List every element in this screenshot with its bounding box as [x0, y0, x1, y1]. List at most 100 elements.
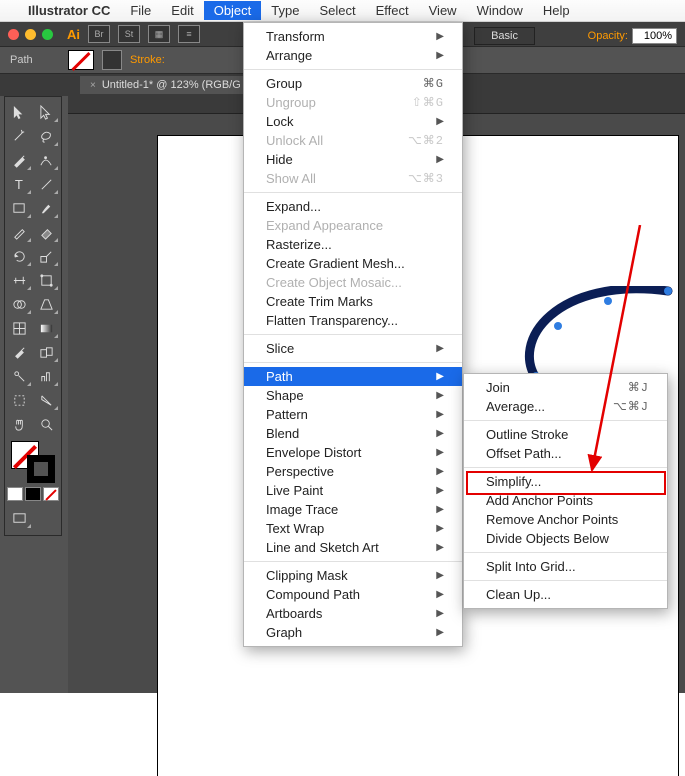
- svg-text:T: T: [15, 177, 23, 192]
- scale-tool[interactable]: [34, 245, 59, 267]
- zoom-button[interactable]: [42, 29, 53, 40]
- screen-mode[interactable]: [7, 507, 32, 529]
- mesh-tool[interactable]: [7, 317, 32, 339]
- path-menu-item-offset-path[interactable]: Offset Path...: [464, 444, 667, 463]
- object-menu-item-path[interactable]: Path▶: [244, 367, 462, 386]
- color-mode[interactable]: [7, 487, 23, 501]
- shape-builder-tool[interactable]: [7, 293, 32, 315]
- object-menu-item-create-gradient-mesh[interactable]: Create Gradient Mesh...: [244, 254, 462, 273]
- object-menu-item-group[interactable]: Group⌘G: [244, 74, 462, 93]
- path-menu-item-average[interactable]: Average...⌥⌘J: [464, 397, 667, 416]
- gradient-tool[interactable]: [34, 317, 59, 339]
- object-menu-item-transform[interactable]: Transform▶: [244, 27, 462, 46]
- object-menu-item-live-paint[interactable]: Live Paint▶: [244, 481, 462, 500]
- path-menu-item-add-anchor-points[interactable]: Add Anchor Points: [464, 491, 667, 510]
- document-tab-label: Untitled-1* @ 123% (RGB/G: [102, 79, 241, 91]
- object-menu-item-hide[interactable]: Hide▶: [244, 150, 462, 169]
- path-menu-item-outline-stroke[interactable]: Outline Stroke: [464, 425, 667, 444]
- menu-object[interactable]: Object: [204, 1, 262, 20]
- pencil-tool[interactable]: [7, 221, 32, 243]
- graph-tool[interactable]: [34, 365, 59, 387]
- none-mode[interactable]: [43, 487, 59, 501]
- stroke-indicator[interactable]: [27, 455, 55, 483]
- path-menu-item-simplify[interactable]: Simplify...: [464, 472, 667, 491]
- direct-selection-tool[interactable]: [34, 101, 59, 123]
- stroke-swatch[interactable]: [102, 50, 122, 70]
- object-menu-item-perspective[interactable]: Perspective▶: [244, 462, 462, 481]
- minimize-button[interactable]: [25, 29, 36, 40]
- tools-panel: T: [4, 96, 62, 536]
- object-menu-item-compound-path[interactable]: Compound Path▶: [244, 585, 462, 604]
- close-button[interactable]: [8, 29, 19, 40]
- opacity-label: Opacity:: [588, 30, 628, 42]
- free-transform-tool[interactable]: [34, 269, 59, 291]
- line-tool[interactable]: [34, 173, 59, 195]
- paintbrush-tool[interactable]: [34, 197, 59, 219]
- close-tab-icon[interactable]: ×: [90, 80, 96, 91]
- stock-icon[interactable]: St: [118, 25, 140, 43]
- lasso-tool[interactable]: [34, 125, 59, 147]
- object-menu-item-text-wrap[interactable]: Text Wrap▶: [244, 519, 462, 538]
- path-menu-item-clean-up[interactable]: Clean Up...: [464, 585, 667, 604]
- object-menu-item-clipping-mask[interactable]: Clipping Mask▶: [244, 566, 462, 585]
- curvature-tool[interactable]: [34, 149, 59, 171]
- rectangle-tool[interactable]: [7, 197, 32, 219]
- menu-file[interactable]: File: [120, 1, 161, 20]
- arrange-docs-icon[interactable]: ▦: [148, 25, 170, 43]
- object-menu-item-unlock-all: Unlock All⌥⌘2: [244, 131, 462, 150]
- object-menu-item-pattern[interactable]: Pattern▶: [244, 405, 462, 424]
- fill-swatch[interactable]: [68, 50, 94, 70]
- eraser-tool[interactable]: [34, 221, 59, 243]
- blend-tool[interactable]: [34, 341, 59, 363]
- path-submenu: Join⌘JAverage...⌥⌘J Outline StrokeOffset …: [463, 373, 668, 609]
- object-menu-item-image-trace[interactable]: Image Trace▶: [244, 500, 462, 519]
- path-menu-item-split-into-grid[interactable]: Split Into Grid...: [464, 557, 667, 576]
- object-menu-item-graph[interactable]: Graph▶: [244, 623, 462, 642]
- mac-menubar: Illustrator CC File Edit Object Type Sel…: [0, 0, 685, 22]
- gradient-mode[interactable]: [25, 487, 41, 501]
- slice-tool[interactable]: [34, 389, 59, 411]
- object-menu-item-rasterize[interactable]: Rasterize...: [244, 235, 462, 254]
- width-tool[interactable]: [7, 269, 32, 291]
- object-menu-item-expand[interactable]: Expand...: [244, 197, 462, 216]
- symbol-sprayer-tool[interactable]: [7, 365, 32, 387]
- bridge-icon[interactable]: Br: [88, 25, 110, 43]
- object-menu-item-artboards[interactable]: Artboards▶: [244, 604, 462, 623]
- menu-help[interactable]: Help: [533, 1, 580, 20]
- menu-select[interactable]: Select: [309, 1, 365, 20]
- eyedropper-tool[interactable]: [7, 341, 32, 363]
- object-menu-item-create-trim-marks[interactable]: Create Trim Marks: [244, 292, 462, 311]
- rotate-tool[interactable]: [7, 245, 32, 267]
- graphic-style[interactable]: Basic: [474, 27, 535, 45]
- menu-app[interactable]: Illustrator CC: [18, 1, 120, 20]
- object-menu: Transform▶Arrange▶Group⌘GUngroup⇧⌘GLock▶…: [243, 22, 463, 647]
- object-menu-item-lock[interactable]: Lock▶: [244, 112, 462, 131]
- selection-tool[interactable]: [7, 101, 32, 123]
- type-tool[interactable]: T: [7, 173, 32, 195]
- object-menu-item-flatten-transparency[interactable]: Flatten Transparency...: [244, 311, 462, 330]
- object-menu-item-envelope-distort[interactable]: Envelope Distort▶: [244, 443, 462, 462]
- object-menu-item-arrange[interactable]: Arrange▶: [244, 46, 462, 65]
- hand-tool[interactable]: [7, 413, 32, 435]
- object-menu-item-blend[interactable]: Blend▶: [244, 424, 462, 443]
- opacity-input[interactable]: 100%: [632, 28, 677, 44]
- magic-wand-tool[interactable]: [7, 125, 32, 147]
- perspective-tool[interactable]: [34, 293, 59, 315]
- menu-effect[interactable]: Effect: [366, 1, 419, 20]
- object-menu-item-slice[interactable]: Slice▶: [244, 339, 462, 358]
- artboard-tool[interactable]: [7, 389, 32, 411]
- object-menu-item-shape[interactable]: Shape▶: [244, 386, 462, 405]
- path-menu-item-join[interactable]: Join⌘J: [464, 378, 667, 397]
- path-menu-item-divide-objects-below[interactable]: Divide Objects Below: [464, 529, 667, 548]
- workspace-switcher[interactable]: ≡: [178, 25, 200, 43]
- menu-window[interactable]: Window: [467, 1, 533, 20]
- menu-type[interactable]: Type: [261, 1, 309, 20]
- object-menu-item-line-and-sketch-art[interactable]: Line and Sketch Art▶: [244, 538, 462, 557]
- menu-edit[interactable]: Edit: [161, 1, 203, 20]
- object-menu-item-create-object-mosaic: Create Object Mosaic...: [244, 273, 462, 292]
- zoom-tool[interactable]: [34, 413, 59, 435]
- pen-tool[interactable]: [7, 149, 32, 171]
- document-tab[interactable]: × Untitled-1* @ 123% (RGB/G: [80, 76, 251, 94]
- menu-view[interactable]: View: [419, 1, 467, 20]
- path-menu-item-remove-anchor-points[interactable]: Remove Anchor Points: [464, 510, 667, 529]
